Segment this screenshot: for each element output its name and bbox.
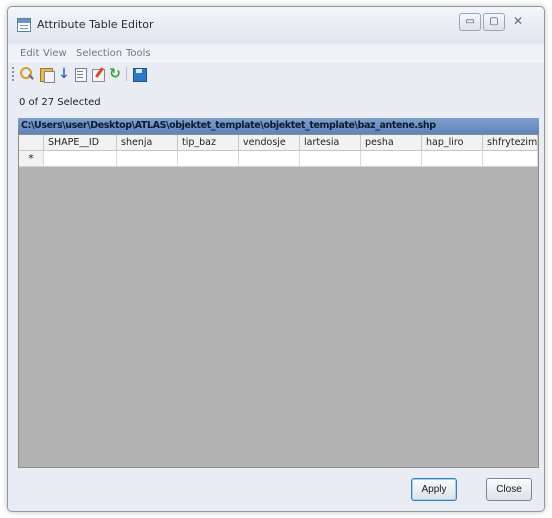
refresh-icon[interactable]: ↻ (107, 66, 123, 82)
table-cell[interactable] (239, 151, 300, 166)
new-row-marker[interactable]: * (19, 151, 44, 166)
toolbar: ↓ ↻ (8, 64, 544, 84)
title-bar[interactable]: Attribute Table Editor ▭ ▢ ✕ (8, 7, 544, 43)
table-cell[interactable] (44, 151, 117, 166)
table-cell[interactable] (178, 151, 239, 166)
column-header[interactable]: shenja (117, 135, 178, 151)
table-path-header: C:\Users\user\Desktop\ATLAS\objektet_tem… (18, 118, 539, 134)
search-icon[interactable] (19, 66, 35, 82)
document-icon[interactable] (72, 66, 88, 82)
menu-bar: Edit View Selection Tools (8, 45, 544, 63)
table-cell[interactable] (422, 151, 483, 166)
attribute-grid[interactable]: SHAPE__ID shenja tip_baz vendosje lartes… (18, 134, 539, 468)
table-editor-icon (17, 18, 31, 32)
menu-selection[interactable]: Selection (76, 48, 122, 59)
attribute-table-editor-window: Attribute Table Editor ▭ ▢ ✕ Edit View S… (7, 6, 545, 512)
save-icon[interactable] (131, 66, 147, 82)
toolbar-grip[interactable] (12, 67, 15, 81)
menu-edit[interactable]: Edit (20, 48, 39, 59)
apply-button[interactable]: Apply (411, 478, 457, 501)
menu-view[interactable]: View (43, 48, 67, 59)
close-button[interactable]: Close (486, 478, 532, 501)
close-window-button[interactable]: ✕ (507, 13, 529, 31)
new-record-row[interactable]: * (19, 151, 538, 167)
edit-icon[interactable] (90, 66, 106, 82)
minimize-button[interactable]: ▭ (459, 13, 481, 31)
column-header[interactable]: vendosje (239, 135, 300, 151)
window-title: Attribute Table Editor (37, 18, 154, 31)
row-header-corner[interactable] (19, 135, 44, 151)
column-header[interactable]: SHAPE__ID (44, 135, 117, 151)
column-header[interactable]: shfrytezim (483, 135, 538, 151)
table-cell[interactable] (117, 151, 178, 166)
toolbar-separator (126, 67, 127, 81)
column-header[interactable]: lartesia (300, 135, 361, 151)
column-header[interactable]: tip_baz (178, 135, 239, 151)
menu-tools[interactable]: Tools (126, 48, 151, 59)
table-cell[interactable] (361, 151, 422, 166)
table-cell[interactable] (483, 151, 538, 166)
table-icon[interactable] (38, 66, 55, 83)
selection-count: 0 of 27 Selected (19, 97, 101, 108)
maximize-button[interactable]: ▢ (483, 13, 505, 31)
down-arrow-icon[interactable]: ↓ (56, 66, 72, 82)
column-header[interactable]: hap_liro (422, 135, 483, 151)
column-header[interactable]: pesha (361, 135, 422, 151)
column-header-row: SHAPE__ID shenja tip_baz vendosje lartes… (19, 135, 538, 151)
table-cell[interactable] (300, 151, 361, 166)
